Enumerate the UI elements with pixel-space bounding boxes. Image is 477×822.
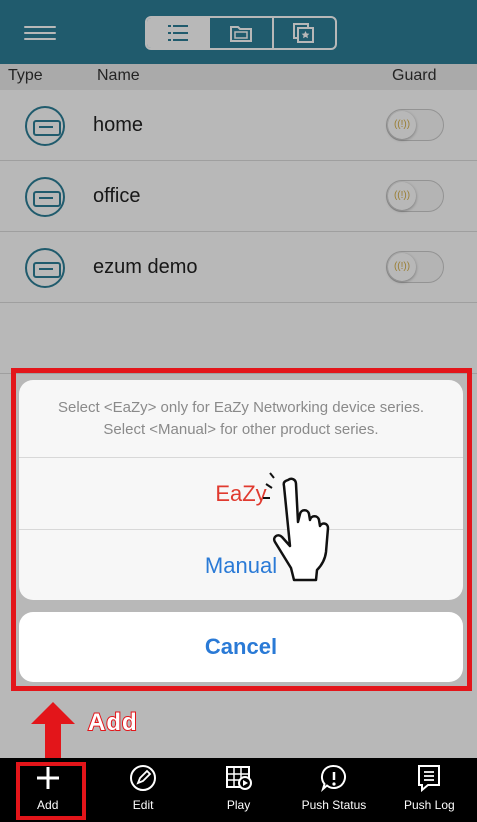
tab-edit[interactable]: Edit — [95, 758, 190, 822]
tab-label: Edit — [132, 798, 154, 812]
log-icon — [418, 765, 441, 792]
tab-label: Play — [226, 798, 251, 812]
play-icon — [225, 766, 252, 790]
tab-label: Push Log — [403, 798, 455, 812]
tab-push-log[interactable]: Push Log — [382, 758, 477, 822]
alert-icon — [320, 764, 346, 792]
highlight-frame — [11, 368, 472, 691]
up-arrow-annotation-icon — [31, 702, 75, 762]
pointing-hand-icon — [263, 472, 330, 582]
tab-push-status[interactable]: Push Status — [286, 758, 381, 822]
pencil-icon — [130, 765, 157, 791]
add-tab-highlight — [16, 762, 86, 820]
tab-label: Push Status — [301, 798, 367, 812]
add-annotation-label: Add — [87, 708, 138, 737]
tab-play[interactable]: Play — [191, 758, 286, 822]
